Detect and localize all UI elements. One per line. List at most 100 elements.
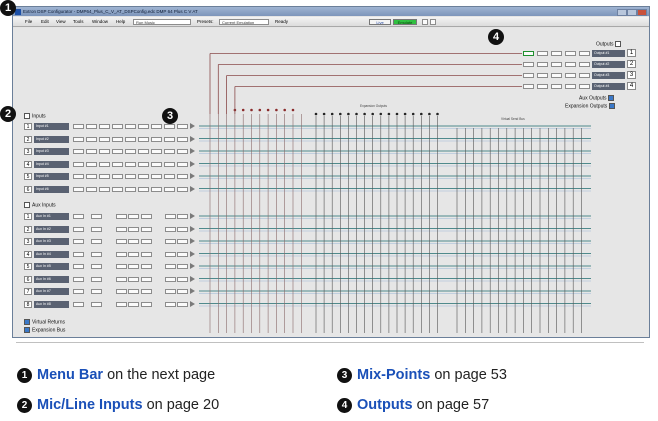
device-icon[interactable] <box>430 18 436 25</box>
dsp-block-button[interactable] <box>177 289 188 294</box>
dsp-block-button[interactable] <box>177 276 188 282</box>
dsp-block-button[interactable] <box>73 251 84 257</box>
dsp-block-button[interactable] <box>138 149 149 154</box>
dsp-block-button[interactable] <box>116 214 127 219</box>
dsp-block-button[interactable] <box>177 214 188 219</box>
output-dsp-block[interactable] <box>537 84 548 89</box>
dsp-block-button[interactable] <box>73 226 84 232</box>
dsp-block-button[interactable] <box>177 264 188 269</box>
dsp-block-button[interactable] <box>138 186 149 192</box>
dsp-block-button[interactable] <box>112 186 123 192</box>
output-name[interactable]: Output #2 <box>592 61 625 68</box>
dsp-block-button[interactable] <box>91 301 102 307</box>
menu-tools[interactable]: Tools <box>73 17 84 26</box>
dsp-block-button[interactable] <box>138 174 149 179</box>
aux-outputs-toggle[interactable]: Aux Outputs <box>579 95 616 101</box>
dsp-block-button[interactable] <box>73 264 84 269</box>
channel-name[interactable]: Input #3 <box>34 148 69 155</box>
dsp-block-button[interactable] <box>128 239 139 244</box>
output-dsp-block[interactable] <box>523 51 534 56</box>
dsp-block-button[interactable] <box>86 124 97 129</box>
dsp-block-button[interactable] <box>164 149 175 154</box>
channel-name[interactable]: Aux In #4 <box>34 250 69 258</box>
dsp-block-button[interactable] <box>177 251 188 257</box>
dsp-block-button[interactable] <box>73 149 84 154</box>
dsp-block-button[interactable] <box>151 149 162 154</box>
dsp-block-button[interactable] <box>141 214 152 219</box>
menu-view[interactable]: View <box>56 17 66 26</box>
dsp-block-button[interactable] <box>177 136 188 142</box>
dsp-block-button[interactable] <box>165 226 176 232</box>
output-dsp-block[interactable] <box>523 84 534 89</box>
output-dsp-block[interactable] <box>579 51 590 56</box>
dsp-block-button[interactable] <box>165 264 176 269</box>
aux-inputs-header[interactable]: Aux Inputs <box>24 202 56 208</box>
dsp-block-button[interactable] <box>86 161 97 167</box>
dsp-block-button[interactable] <box>151 174 162 179</box>
channel-name[interactable]: Aux In #2 <box>34 225 69 233</box>
output-dsp-block[interactable] <box>551 73 562 78</box>
dsp-block-button[interactable] <box>73 186 84 192</box>
dsp-block-button[interactable] <box>125 174 136 179</box>
dsp-block-button[interactable] <box>164 186 175 192</box>
dsp-block-button[interactable] <box>99 149 110 154</box>
menu-help[interactable]: Help <box>116 17 125 26</box>
virtual-returns-icon[interactable] <box>24 319 30 325</box>
output-dsp-block[interactable] <box>523 73 534 78</box>
output-dsp-block[interactable] <box>537 51 548 56</box>
expansion-bus-toggle[interactable]: Expansion Bus <box>24 327 65 333</box>
maximize-button[interactable] <box>627 8 637 16</box>
channel-name[interactable]: Aux In #3 <box>34 238 69 245</box>
channel-name[interactable]: Input #4 <box>34 160 69 168</box>
dsp-block-button[interactable] <box>73 174 84 179</box>
channel-name[interactable]: Input #6 <box>34 185 69 193</box>
dsp-block-button[interactable] <box>165 289 176 294</box>
dsp-block-button[interactable] <box>86 136 97 142</box>
outputs-header[interactable]: Outputs <box>596 41 623 47</box>
dsp-block-button[interactable] <box>99 136 110 142</box>
dsp-block-button[interactable] <box>138 136 149 142</box>
output-dsp-block[interactable] <box>579 73 590 78</box>
dsp-block-button[interactable] <box>73 136 84 142</box>
channel-name[interactable]: Input #1 <box>34 123 69 130</box>
dsp-block-button[interactable] <box>164 124 175 129</box>
output-dsp-block[interactable] <box>537 73 548 78</box>
dsp-block-button[interactable] <box>125 136 136 142</box>
dsp-block-button[interactable] <box>112 124 123 129</box>
dsp-block-button[interactable] <box>73 161 84 167</box>
dsp-block-button[interactable] <box>164 136 175 142</box>
dsp-block-button[interactable] <box>177 149 188 154</box>
channel-name[interactable]: Aux In #8 <box>34 300 69 308</box>
dsp-block-button[interactable] <box>151 136 162 142</box>
dsp-block-button[interactable] <box>165 251 176 257</box>
live-button[interactable]: Live <box>369 18 391 25</box>
output-dsp-block[interactable] <box>551 62 562 67</box>
virtual-returns-toggle[interactable]: Virtual Returns <box>24 319 65 325</box>
dsp-block-button[interactable] <box>164 174 175 179</box>
dsp-block-button[interactable] <box>73 124 84 129</box>
dsp-block-button[interactable] <box>128 226 139 232</box>
dsp-block-button[interactable] <box>125 124 136 129</box>
dsp-block-button[interactable] <box>128 301 139 307</box>
dsp-block-button[interactable] <box>116 276 127 282</box>
output-dsp-block[interactable] <box>565 84 576 89</box>
channel-name[interactable]: Aux In #6 <box>34 275 69 283</box>
dsp-block-button[interactable] <box>177 226 188 232</box>
dsp-block-button[interactable] <box>128 276 139 282</box>
close-button[interactable] <box>637 8 647 16</box>
menu-file[interactable]: File <box>25 17 32 26</box>
dsp-block-button[interactable] <box>112 136 123 142</box>
dsp-block-button[interactable] <box>73 301 84 307</box>
output-dsp-block[interactable] <box>579 84 590 89</box>
menu-edit[interactable]: Edit <box>41 17 49 26</box>
dsp-block-button[interactable] <box>91 214 102 219</box>
output-name[interactable]: Output #4 <box>592 83 625 90</box>
dsp-block-button[interactable] <box>151 161 162 167</box>
dsp-block-button[interactable] <box>128 214 139 219</box>
channel-name[interactable]: Input #5 <box>34 173 69 180</box>
dsp-block-button[interactable] <box>125 149 136 154</box>
dsp-block-button[interactable] <box>165 301 176 307</box>
dsp-block-button[interactable] <box>177 124 188 129</box>
dsp-block-button[interactable] <box>116 264 127 269</box>
channel-name[interactable]: Aux In #1 <box>34 213 69 220</box>
